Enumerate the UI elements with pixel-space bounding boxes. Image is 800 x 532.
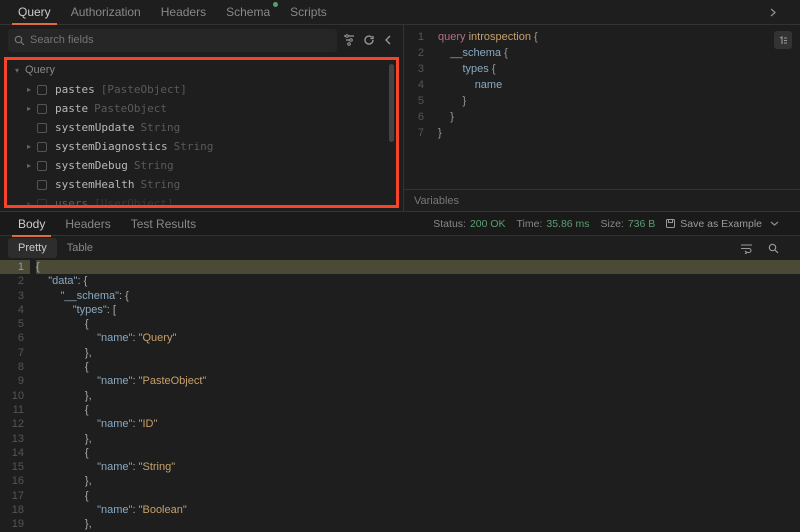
status-label: Status: xyxy=(433,218,466,230)
field-type: String xyxy=(174,140,214,153)
schema-root-query[interactable]: ▾ Query xyxy=(7,60,396,80)
scrollbar[interactable] xyxy=(389,64,394,142)
response-status: Status: 200 OK Time: 35.86 ms Size: 736 … xyxy=(433,218,800,230)
field-paste[interactable]: ▸ paste PasteObject xyxy=(7,99,396,118)
search-wrap[interactable] xyxy=(8,29,337,52)
tab-scripts[interactable]: Scripts xyxy=(280,0,337,24)
query-code[interactable]: query introspection { __schema { types {… xyxy=(438,29,538,141)
field-users[interactable]: ▸ users [UserObject] xyxy=(7,194,396,205)
field-type: PasteObject xyxy=(94,102,167,115)
tab-test-results[interactable]: Test Results xyxy=(121,212,206,236)
field-type: [UserObject] xyxy=(94,197,173,205)
size-value: 736 B xyxy=(628,218,655,230)
schema-explorer: ▾ Query ▸ pastes [PasteObject] ▸ paste Paste… xyxy=(0,25,404,211)
response-code[interactable]: { "data": { "__schema": { "types": [ { "… xyxy=(36,260,800,532)
schema-highlight-box: ▾ Query ▸ pastes [PasteObject] ▸ paste Paste… xyxy=(4,57,399,208)
response-gutter: 1234567891011121314151617181920 xyxy=(0,260,30,532)
time-label: Time: xyxy=(516,218,542,230)
response-body[interactable]: 1234567891011121314151617181920 { "data"… xyxy=(0,260,800,532)
field-type: String xyxy=(140,121,180,134)
field-name: pastes xyxy=(55,83,95,96)
wrap-icon[interactable] xyxy=(740,243,760,254)
field-name: systemHealth xyxy=(55,178,134,191)
refresh-icon[interactable] xyxy=(363,34,383,46)
checkbox[interactable] xyxy=(37,85,47,95)
chevron-right-icon: ▸ xyxy=(27,199,37,205)
field-type: String xyxy=(140,178,180,191)
variables-section[interactable]: Variables xyxy=(404,189,800,211)
query-editor[interactable]: 1234567 query introspection { __schema {… xyxy=(404,25,800,189)
chevron-right-icon: ▸ xyxy=(27,85,37,94)
field-name: users xyxy=(55,197,88,205)
filter-icon[interactable] xyxy=(343,34,363,46)
save-label: Save as Example xyxy=(680,218,762,230)
save-example-button[interactable]: Save as Example xyxy=(665,218,762,230)
field-systemdiagnostics[interactable]: ▸ systemDiagnostics String xyxy=(7,137,396,156)
field-name: systemDiagnostics xyxy=(55,140,168,153)
chevron-right-icon: ▸ xyxy=(27,161,37,170)
field-systemdebug[interactable]: ▸ systemDebug String xyxy=(7,156,396,175)
field-type: [PasteObject] xyxy=(101,83,187,96)
chevron-down-icon[interactable] xyxy=(770,219,790,228)
field-systemhealth[interactable]: systemHealth String xyxy=(7,175,396,194)
search-response-icon[interactable] xyxy=(768,243,788,254)
chevron-right-icon: ▸ xyxy=(27,104,37,113)
time-value: 35.86 ms xyxy=(546,218,589,230)
tab-query[interactable]: Query xyxy=(8,0,61,24)
checkbox[interactable] xyxy=(37,104,47,114)
tab-headers[interactable]: Headers xyxy=(151,0,216,24)
checkbox[interactable] xyxy=(37,161,47,171)
chevron-right-icon: ▸ xyxy=(27,142,37,151)
top-panel: ▾ Query ▸ pastes [PasteObject] ▸ paste Paste… xyxy=(0,25,800,211)
tab-schema[interactable]: Schema xyxy=(216,0,280,24)
response-tabs: Body Headers Test Results Status: 200 OK… xyxy=(0,211,800,236)
beautify-icon[interactable] xyxy=(774,31,792,49)
field-systemupdate[interactable]: systemUpdate String xyxy=(7,118,396,137)
collapse-icon[interactable] xyxy=(768,7,788,18)
tab-authorization[interactable]: Authorization xyxy=(61,0,151,24)
chevron-down-icon: ▾ xyxy=(15,66,25,75)
status-value: 200 OK xyxy=(470,218,506,230)
field-name: systemDebug xyxy=(55,159,128,172)
schema-scroll[interactable]: ▾ Query ▸ pastes [PasteObject] ▸ paste Paste… xyxy=(7,60,396,205)
checkbox[interactable] xyxy=(37,199,47,206)
search-icon xyxy=(14,35,25,46)
save-icon xyxy=(665,218,676,229)
checkbox[interactable] xyxy=(37,142,47,152)
field-name: paste xyxy=(55,102,88,115)
query-gutter: 1234567 xyxy=(404,29,432,141)
request-tabs: Query Authorization Headers Schema Scrip… xyxy=(0,0,800,25)
query-panel: 1234567 query introspection { __schema {… xyxy=(404,25,800,211)
view-pretty[interactable]: Pretty xyxy=(8,238,57,258)
checkbox[interactable] xyxy=(37,123,47,133)
tab-body[interactable]: Body xyxy=(8,212,55,236)
tab-resp-headers[interactable]: Headers xyxy=(55,212,120,236)
checkbox[interactable] xyxy=(37,180,47,190)
view-table[interactable]: Table xyxy=(57,238,103,258)
field-name: systemUpdate xyxy=(55,121,134,134)
body-view-tabs: Pretty Table xyxy=(0,236,800,260)
search-toolbar xyxy=(0,25,403,55)
schema-root-label: Query xyxy=(25,64,55,76)
field-type: String xyxy=(134,159,174,172)
search-input[interactable] xyxy=(30,34,331,46)
field-pastes[interactable]: ▸ pastes [PasteObject] xyxy=(7,80,396,99)
schema-dot-icon xyxy=(273,2,278,7)
size-label: Size: xyxy=(600,218,623,230)
collapse-left-icon[interactable] xyxy=(383,35,403,45)
